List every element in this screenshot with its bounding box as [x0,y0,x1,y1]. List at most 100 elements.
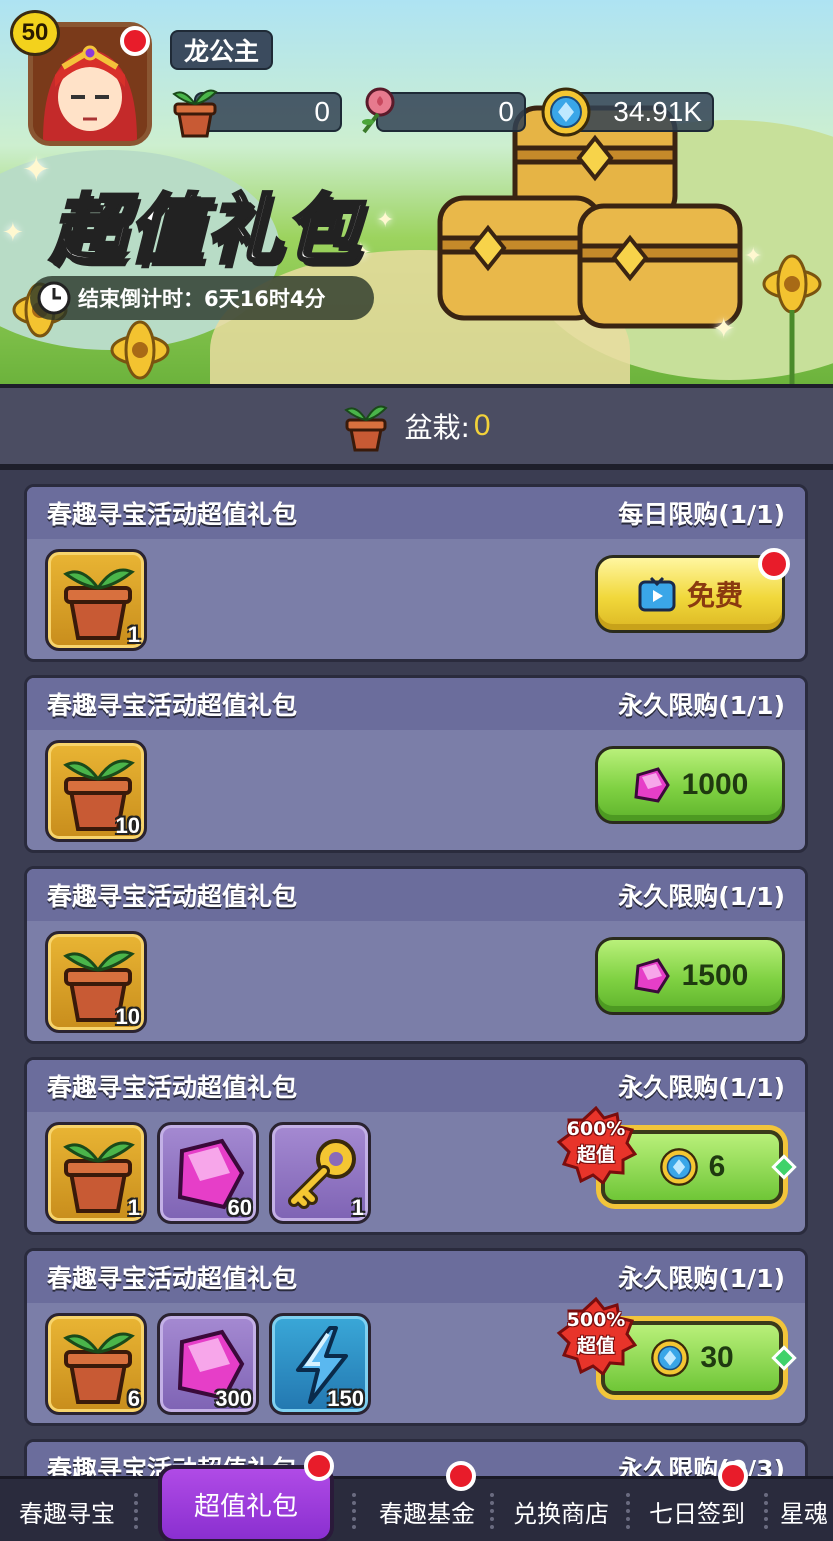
sparkle-icon: ✦ [22,150,51,190]
reward-item-pot[interactable]: 6 [45,1313,147,1415]
offer-purchase-limit: 永久限购(1/1) [618,1264,785,1293]
offer-card: 春趣寻宝活动超值礼包 永久限购(1/1) 10 1500 [24,866,808,1044]
resource-rose-value: 0 [498,96,514,127]
player-name: 龙公主 [170,30,274,70]
tab-seven-day-checkin[interactable]: 七日签到 [632,1461,762,1541]
reward-quantity: 300 [215,1386,252,1411]
reward-quantity: 1 [351,1195,364,1220]
pot-summary-bar: 盆栽: 0 [0,384,833,470]
gift-pack-screen: ✦ ✦ ✦ ✦ ✦ ✦ 50 龙公主 0 0 34.91K 超值礼包 结束倒计时… [0,0,833,1541]
badge-caption: 超值 [576,1144,615,1166]
tab-label: 星魂 [780,1500,828,1528]
badge-percent: 500% [566,1309,626,1331]
reward-quantity: 1 [127,622,140,647]
button-label: 30 [700,1341,734,1374]
reward-item-pot[interactable]: 10 [45,740,147,842]
sparkle-icon: ✦ [376,208,395,233]
sprout-pot-icon [172,89,218,138]
offer-card-header: 春趣寻宝活动超值礼包 永久限购(0/3) [27,1442,805,1476]
tab-separator [626,1493,630,1529]
banner-title: 超值礼包 [49,184,362,276]
reward-item-pot[interactable]: 1 [45,549,147,651]
tab-label: 兑换商店 [513,1500,609,1528]
gem-coin-icon [651,1339,690,1377]
offer-items: 10 [45,931,147,1033]
reward-item-pot[interactable]: 1 [45,1122,147,1224]
value-badge: 500% 超值 [555,1297,637,1375]
tab-label: 春趣寻宝 [19,1500,115,1528]
buy-with-gems-button[interactable]: 1000 [595,746,785,824]
reward-item-energy[interactable]: 150 [269,1313,371,1415]
offer-items: 10 [45,740,147,842]
badge-percent: 600% [566,1118,626,1140]
offer-card: 春趣寻宝活动超值礼包 永久限购(1/1) 6 300 150 30 500% 超… [24,1248,808,1426]
pink-gem-icon [634,958,670,994]
offer-card-header: 春趣寻宝活动超值礼包 每日限购(1/1) [27,487,805,539]
offer-card: 春趣寻宝活动超值礼包 永久限购(1/1) 1 60 1 6 600% 超值 [24,1057,808,1235]
event-banner: ✦ ✦ ✦ ✦ ✦ ✦ 50 龙公主 0 0 34.91K 超值礼包 结束倒计时… [0,0,833,384]
offer-purchase-limit: 永久限购(1/1) [618,1073,785,1102]
notification-dot [446,1461,476,1491]
notification-dot [718,1461,748,1491]
offer-card-header: 春趣寻宝活动超值礼包 永久限购(1/1) [27,1251,805,1303]
button-label: 免费 [686,579,743,612]
tab-exchange-shop[interactable]: 兑换商店 [496,1479,626,1541]
pink-gem-icon [634,767,670,803]
tab-star-soul[interactable]: 星魂 [770,1479,833,1541]
event-countdown: 结束倒计时：6天16时4分 [30,276,374,320]
offer-card: 春趣寻宝活动超值礼包 每日限购(1/1) 1 免费 [24,484,808,662]
bottom-tab-bar: 春趣寻宝 超值礼包 春趣基金 兑换商店 七日签到 星魂 [0,1451,833,1541]
reward-item-gem[interactable]: 60 [157,1122,259,1224]
offer-purchase-limit: 永久限购(1/1) [618,691,785,720]
offer-card-header: 春趣寻宝活动超值礼包 永久限购(1/1) [27,869,805,921]
offer-title: 春趣寻宝活动超值礼包 [47,1073,298,1102]
tab-separator [352,1493,356,1529]
tab-label: 超值礼包 [193,1491,298,1522]
offer-purchase-limit: 永久限购(1/1) [618,882,785,911]
tab-label: 七日签到 [649,1500,745,1528]
tab-separator [134,1493,138,1529]
flower-decoration [762,254,822,384]
countdown-text: 结束倒计时：6天16时4分 [78,287,326,311]
offer-card-header: 春趣寻宝活动超值礼包 永久限购(1/1) [27,678,805,730]
button-label: 1500 [681,959,749,992]
offer-title: 春趣寻宝活动超值礼包 [47,1264,298,1293]
tab-spring-treasure[interactable]: 春趣寻宝 [0,1479,134,1541]
reward-quantity: 60 [227,1195,252,1220]
value-badge-text: 500% 超值 [555,1307,637,1359]
resource-coin-value: 34.91K [613,96,702,127]
reward-quantity: 1 [127,1195,140,1220]
notification-dot [304,1451,334,1481]
player-level-badge: 50 [10,10,60,56]
offer-items: 1 [45,549,147,651]
reward-quantity: 6 [127,1386,140,1411]
offer-title: 春趣寻宝活动超值礼包 [47,500,298,529]
offer-purchase-limit: 每日限购(1/1) [618,500,785,529]
reward-quantity: 150 [327,1386,364,1411]
badge-caption: 超值 [576,1335,615,1357]
tab-label: 春趣基金 [379,1500,475,1528]
offer-list[interactable]: 春趣寻宝活动超值礼包 每日限购(1/1) 1 免费 春趣寻宝活动超值礼包 永久限… [0,470,833,1476]
tab-separator [764,1493,768,1529]
sprout-pot-icon [344,405,389,452]
sparkle-icon: ✦ [712,312,736,345]
buy-with-gems-button[interactable]: 1500 [595,937,785,1015]
sparkle-icon: ✦ [2,218,24,248]
video-ad-icon [638,576,676,612]
button-label: 1000 [681,768,749,801]
tab-spring-fund[interactable]: 春趣基金 [360,1461,494,1541]
claim-free-button[interactable]: 免费 [595,548,790,633]
rose-icon [362,87,395,134]
reward-item-key[interactable]: 1 [269,1122,371,1224]
reward-quantity: 10 [115,813,140,838]
offer-items: 1 60 1 [45,1122,371,1224]
offer-items: 6 300 150 [45,1313,371,1415]
gem-coin-icon [541,87,591,137]
reward-item-pot[interactable]: 10 [45,931,147,1033]
reward-item-gem[interactable]: 300 [157,1313,259,1415]
resource-pot-value: 0 [314,96,330,127]
tab-value-gift-pack[interactable]: 超值礼包 [158,1451,334,1541]
notification-dot [120,26,150,56]
reward-quantity: 10 [115,1004,140,1029]
button-label: 6 [708,1150,726,1183]
